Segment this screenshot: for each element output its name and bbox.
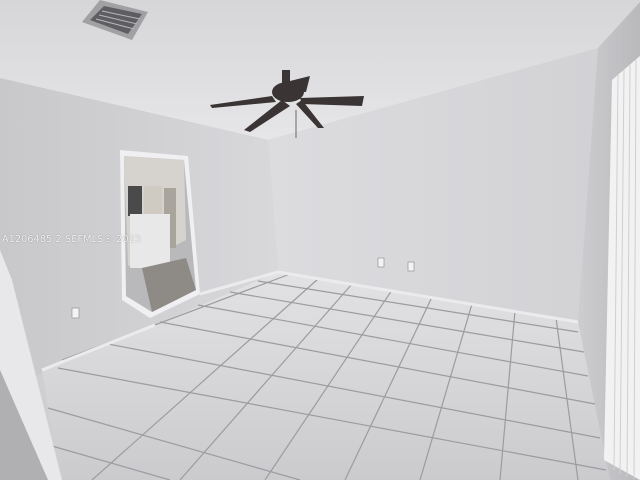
outlet: [377, 257, 385, 268]
outlet: [71, 307, 80, 319]
outlet: [407, 261, 415, 272]
watermark-text: A1206485 2 SEFMLS® 2023: [2, 234, 142, 245]
